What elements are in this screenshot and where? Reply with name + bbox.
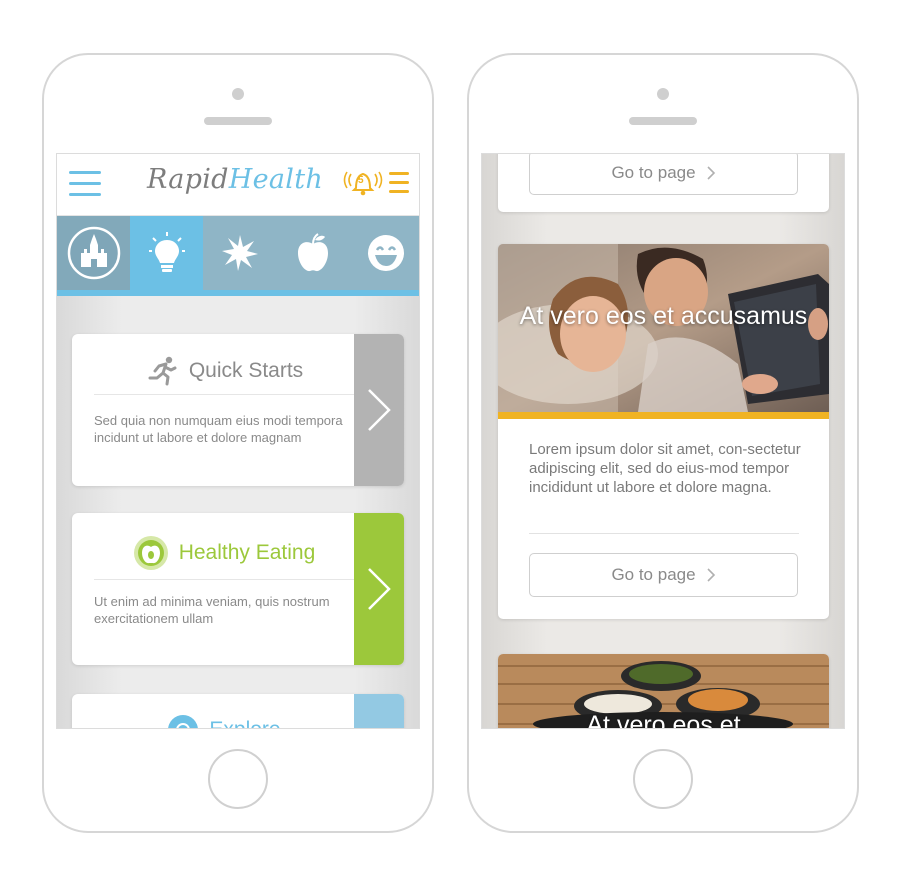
article-title: At vero eos et [586, 711, 741, 729]
card-title: Quick Starts [188, 359, 304, 382]
phone-frame-left: RapidHealth 5 Quick Starts Sed quia non … [42, 53, 434, 833]
card-open-button[interactable] [354, 513, 404, 665]
feed-card-next: At vero eos et [498, 654, 829, 729]
card-header: Quick Starts [94, 356, 354, 395]
card-description: Ut enim ad minima veniam, quis nostrum e… [94, 594, 330, 626]
hamburger-menu-icon[interactable] [69, 171, 101, 197]
phone-home-button[interactable] [208, 749, 268, 809]
apple-badge-icon [133, 536, 168, 570]
article-excerpt: Lorem ipsum dolor sit amet, con-sectetur… [529, 441, 801, 496]
article-photo[interactable]: At vero eos et [498, 654, 829, 729]
go-to-page-button[interactable]: Go to page [529, 553, 798, 597]
options-menu-icon[interactable] [389, 172, 409, 194]
card-explore[interactable]: Explore [72, 694, 404, 728]
app-screen-feed: Go to page At vero eos et accusamus Lore… [481, 153, 845, 729]
running-person-icon [148, 356, 177, 386]
nav-tab-ideas[interactable] [130, 216, 203, 290]
card-header: Explore [94, 714, 354, 728]
castle-icon [67, 226, 120, 280]
app-header: RapidHealth 5 [57, 154, 419, 216]
nav-tab-activity[interactable] [203, 216, 276, 290]
go-to-page-button[interactable]: Go to page [529, 154, 798, 195]
app-screen-home: RapidHealth 5 Quick Starts Sed quia non … [56, 153, 420, 729]
phone-camera [232, 88, 244, 100]
go-to-page-label: Go to page [611, 163, 696, 182]
phone-home-button[interactable] [633, 749, 693, 809]
card-header: Healthy Eating [94, 535, 354, 580]
nav-tab-home[interactable] [57, 216, 130, 290]
starburst-icon [221, 235, 258, 271]
notification-count-badge: 5 [358, 175, 364, 186]
feed-card-article: At vero eos et accusamus Lorem ipsum dol… [498, 244, 829, 619]
card-description: Sed quia non numquam eius modi tempora i… [94, 413, 343, 445]
phone-frame-right: Go to page At vero eos et accusamus Lore… [467, 53, 859, 833]
go-to-page-label: Go to page [611, 565, 696, 584]
feed-card-previous: Go to page [498, 154, 829, 212]
card-open-button[interactable] [354, 694, 404, 728]
smiley-icon [367, 235, 404, 271]
nav-tab-mood[interactable] [349, 216, 419, 290]
card-title: Healthy Eating [178, 541, 316, 564]
article-accent-strip [498, 412, 829, 419]
card-title: Explore [209, 718, 280, 728]
logo-part-health: Health [228, 164, 324, 195]
phone-speaker [204, 117, 272, 125]
card-quick-starts[interactable]: Quick Starts Sed quia non numquam eius m… [72, 334, 404, 486]
chevron-right-icon [706, 166, 715, 180]
article-divider [529, 533, 799, 534]
card-healthy-eating[interactable]: Healthy Eating Ut enim ad minima veniam,… [72, 513, 404, 665]
card-open-button[interactable] [354, 334, 404, 486]
app-logo: RapidHealth [147, 164, 323, 195]
notification-bell-icon[interactable]: 5 [343, 166, 383, 198]
explore-badge-icon [168, 715, 199, 728]
nav-tab-nutrition[interactable] [276, 216, 349, 290]
apple-icon [297, 233, 328, 272]
chevron-right-icon [706, 568, 715, 582]
category-nav-bar [57, 216, 419, 296]
lightbulb-icon [148, 232, 185, 272]
article-photo[interactable]: At vero eos et accusamus [498, 244, 829, 412]
logo-part-rapid: Rapid [147, 164, 229, 195]
chevron-right-icon [368, 568, 391, 610]
chevron-right-icon [368, 389, 391, 431]
phone-speaker [629, 117, 697, 125]
article-title: At vero eos et accusamus [519, 302, 808, 330]
phone-camera [657, 88, 669, 100]
